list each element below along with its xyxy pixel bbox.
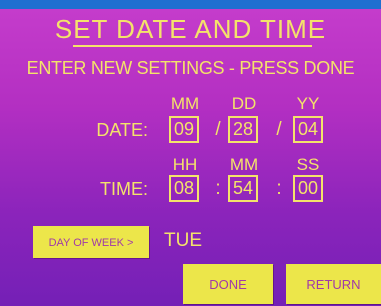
- time-second-header: SS: [296, 155, 320, 174]
- date-month-header: MM: [170, 94, 200, 113]
- date-day-field[interactable]: 28: [228, 116, 258, 143]
- time-hour-header: HH: [172, 155, 198, 174]
- date-label: DATE:: [96, 120, 148, 140]
- return-button[interactable]: RETURN: [286, 264, 381, 304]
- page-title: SET DATE AND TIME: [54, 14, 327, 44]
- day-of-week-value: TUE: [164, 230, 202, 251]
- date-separator: /: [276, 119, 282, 140]
- date-month-field[interactable]: 09: [169, 116, 199, 143]
- date-separator: /: [215, 119, 221, 140]
- done-button[interactable]: DONE: [183, 264, 273, 304]
- date-year-field[interactable]: 04: [293, 116, 323, 143]
- time-second-field[interactable]: 00: [293, 175, 323, 202]
- title-underline: [73, 45, 312, 47]
- day-of-week-button[interactable]: DAY OF WEEK >: [33, 226, 149, 258]
- time-hour-field[interactable]: 08: [169, 175, 199, 202]
- date-year-header: YY: [296, 94, 320, 113]
- instruction-text: ENTER NEW SETTINGS - PRESS DONE: [26, 58, 355, 78]
- date-day-header: DD: [231, 94, 257, 113]
- top-bar: [0, 0, 381, 9]
- time-label: TIME:: [100, 179, 148, 199]
- time-minute-field[interactable]: 54: [228, 175, 258, 202]
- time-separator: :: [215, 178, 221, 199]
- time-minute-header: MM: [229, 155, 259, 174]
- time-separator: :: [276, 178, 282, 199]
- date-time-screen: SET DATE AND TIME ENTER NEW SETTINGS - P…: [0, 0, 381, 306]
